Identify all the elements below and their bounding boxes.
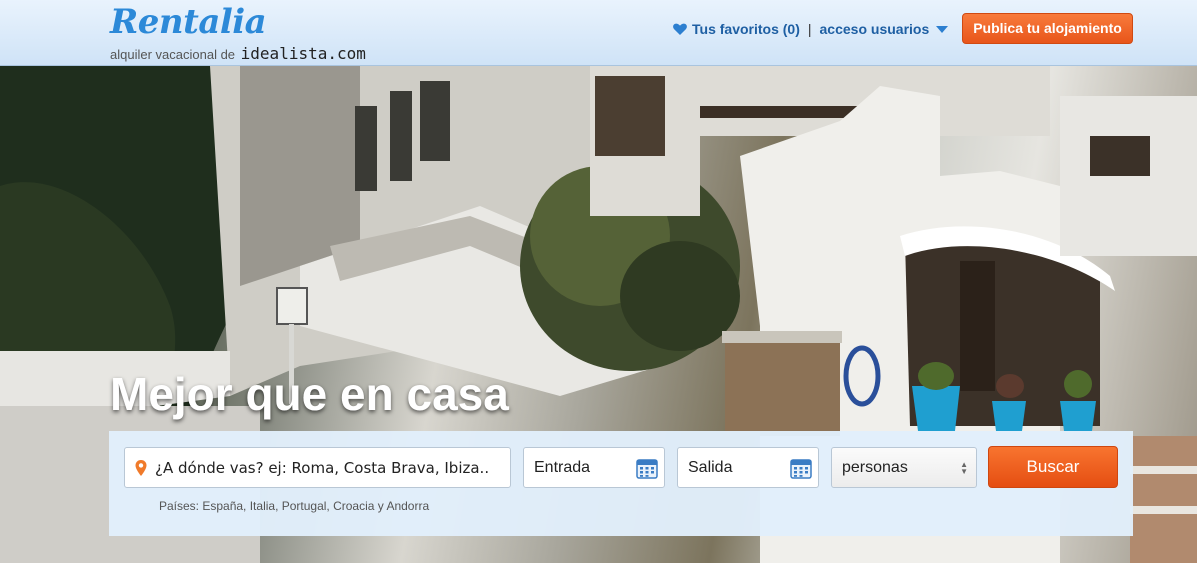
checkout-label: Salida [688,458,733,476]
idealista-brand[interactable]: idealista.com [241,44,366,63]
guests-selected-value: personas [842,458,908,476]
heart-icon [673,23,687,35]
site-header: Rentalia alquiler vacacional de idealist… [0,0,1197,66]
checkin-label: Entrada [534,458,591,476]
tagline: alquiler vacacional de idealista.com [110,44,366,63]
favorites-link[interactable]: Tus favoritos (0) [692,21,800,37]
destination-placeholder: ¿A dónde vas? ej: Roma, Costa Brava, Ibi… [155,458,490,477]
calendar-icon[interactable] [790,457,812,479]
chevron-down-icon[interactable] [936,25,949,33]
header-nav: Tus favoritos (0) | acceso usuarios [672,21,949,37]
location-pin-icon [135,459,147,476]
guests-select[interactable]: personas ▲ ▼ [831,447,977,488]
rentalia-logo[interactable]: Rentalia [110,2,267,42]
calendar-icon[interactable] [636,457,658,479]
countries-note: Países: España, Italia, Portugal, Croaci… [159,499,430,513]
search-button[interactable]: Buscar [988,446,1118,488]
publish-listing-button[interactable]: Publica tu alojamiento [962,13,1133,44]
checkout-date-field[interactable]: Salida [677,447,819,488]
checkin-date-field[interactable]: Entrada [523,447,665,488]
tagline-prefix: alquiler vacacional de [110,47,236,62]
hero-title: Mejor que en casa [110,368,509,420]
nav-separator: | [807,21,812,37]
destination-input[interactable]: ¿A dónde vas? ej: Roma, Costa Brava, Ibi… [124,447,511,488]
search-panel: ¿A dónde vas? ej: Roma, Costa Brava, Ibi… [109,431,1133,536]
user-access-link[interactable]: acceso usuarios [820,21,930,37]
select-arrows-icon: ▲ ▼ [960,460,968,476]
